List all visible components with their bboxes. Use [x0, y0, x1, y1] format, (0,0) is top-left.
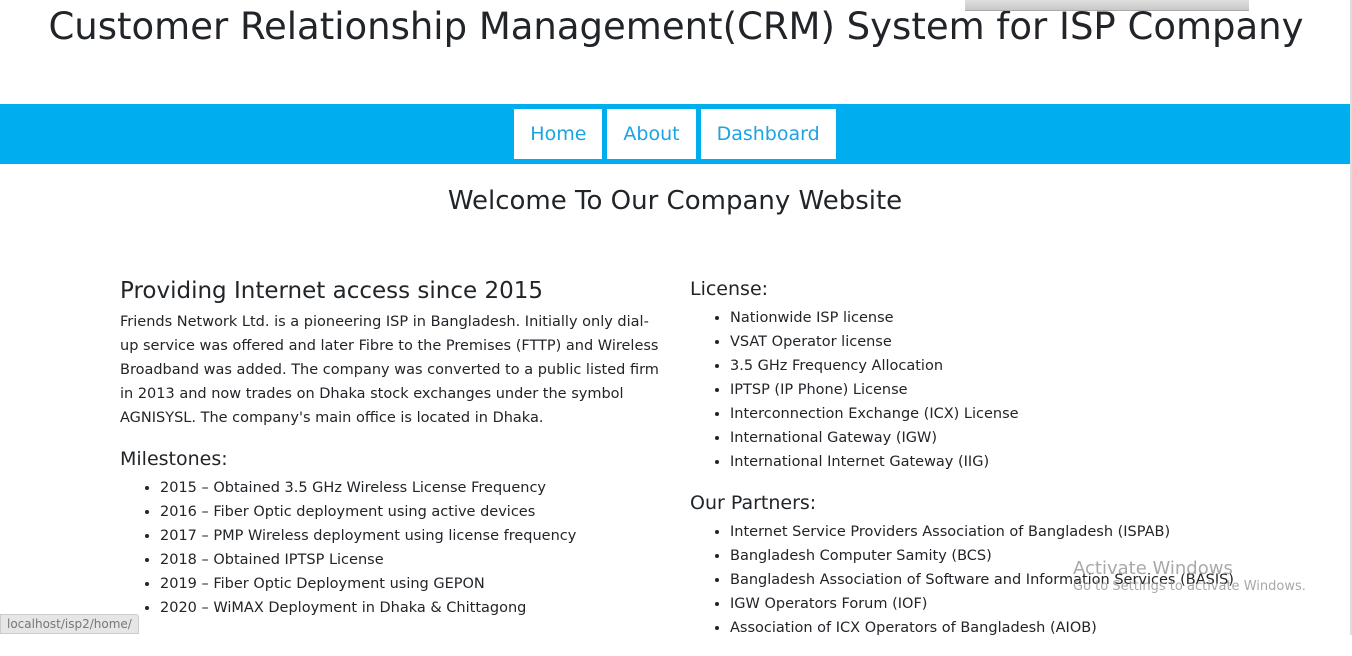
welcome-heading: Welcome To Our Company Website: [447, 186, 903, 216]
list-item: International Internet Gateway (IIG): [730, 450, 1290, 474]
left-column: Providing Internet access since 2015 Fri…: [120, 276, 665, 636]
milestones-list: 2015 – Obtained 3.5 GHz Wireless License…: [120, 476, 665, 620]
watermark-line1: Activate Windows: [1073, 558, 1233, 579]
list-item: Association of ICX Operators of Banglade…: [730, 616, 1290, 640]
list-item: 2017 – PMP Wireless deployment using lic…: [160, 524, 665, 548]
list-item: 2020 – WiMAX Deployment in Dhaka & Chitt…: [160, 596, 665, 620]
nav-home[interactable]: Home: [514, 109, 603, 159]
right-column: License: Nationwide ISP license VSAT Ope…: [690, 276, 1290, 656]
status-bar-url: localhost/isp2/home/: [0, 614, 139, 634]
list-item: IGW Operators Forum (IOF): [730, 592, 1290, 616]
list-item: 2016 – Fiber Optic deployment using acti…: [160, 500, 665, 524]
list-item: 2018 – Obtained IPTSP License: [160, 548, 665, 572]
nav-dashboard[interactable]: Dashboard: [700, 109, 836, 159]
list-item: 2019 – Fiber Optic Deployment using GEPO…: [160, 572, 665, 596]
windows-activation-watermark: Activate Windows Go to Settings to activ…: [1073, 558, 1306, 594]
main-nav: Home About Dashboard: [0, 104, 1350, 164]
browser-toolbar-overlay: [965, 0, 1249, 11]
intro-heading: Providing Internet access since 2015: [120, 278, 544, 304]
list-item: IPTSP (IP Phone) License: [730, 378, 1290, 402]
list-item: International Gateway (IGW): [730, 426, 1290, 450]
milestones-heading: Milestones:: [120, 448, 228, 470]
license-list: Nationwide ISP license VSAT Operator lic…: [690, 306, 1290, 474]
nav-about[interactable]: About: [607, 109, 696, 159]
list-item: 2015 – Obtained 3.5 GHz Wireless License…: [160, 476, 665, 500]
intro-text: Friends Network Ltd. is a pioneering ISP…: [120, 314, 659, 426]
list-item: Nationwide ISP license: [730, 306, 1290, 330]
list-item: Internet Service Providers Association o…: [730, 520, 1290, 544]
license-heading: License:: [690, 278, 769, 300]
list-item: VSAT Operator license: [730, 330, 1290, 354]
partners-heading: Our Partners:: [690, 492, 817, 514]
list-item: Interconnection Exchange (ICX) License: [730, 402, 1290, 426]
list-item: 3.5 GHz Frequency Allocation: [730, 354, 1290, 378]
watermark-line2: Go to Settings to activate Windows.: [1073, 579, 1306, 594]
